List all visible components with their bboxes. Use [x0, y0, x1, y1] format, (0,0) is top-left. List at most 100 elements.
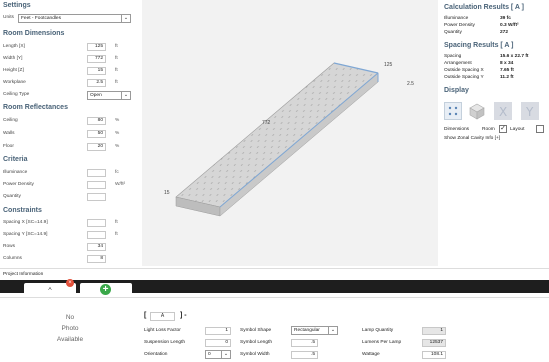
floor-unit: % — [115, 144, 120, 149]
zonal-cavity-link[interactable]: Show Zonal Cavity Info [+] — [444, 136, 500, 141]
calc-quantity-value: 272 — [500, 30, 509, 35]
orientation-value: 0 — [208, 352, 211, 357]
chevron-down-icon: ⌄ — [121, 15, 130, 22]
length-label: Length [X] — [3, 44, 25, 49]
orientation-select[interactable]: 0 ⌄ — [205, 350, 231, 359]
layout-label: Layout — [510, 127, 525, 132]
plus-icon: + — [100, 284, 111, 295]
ceiling-label: Ceiling — [3, 118, 18, 123]
units-select[interactable]: Feet - Footcandles ⌄ — [18, 14, 131, 23]
outside-spacing-y-value: 11.2 ft — [500, 75, 514, 80]
outside-spacing-x-label: Outside Spacing X — [444, 68, 484, 73]
spacing-y-field[interactable] — [87, 231, 106, 239]
workplane-field[interactable]: 2.5 — [87, 79, 106, 87]
grid-dots-icon — [448, 106, 458, 116]
llf-field[interactable]: 1 — [205, 327, 231, 335]
y-axis-icon: Y — [525, 105, 534, 119]
walls-label: Walls — [3, 131, 15, 136]
outside-spacing-x-value: 7.65 ft — [500, 68, 514, 73]
quantity-label: Quantity — [3, 194, 21, 199]
floor-field[interactable]: 20 — [87, 143, 106, 151]
view-iso-button[interactable] — [468, 102, 486, 120]
svg-text:Y: Y — [525, 105, 534, 119]
ceiling-field[interactable]: 80 — [87, 117, 106, 125]
display-title: Display — [444, 87, 469, 94]
chevron-down-icon: ⌄ — [221, 351, 230, 358]
wattage-field[interactable]: 108.1 — [422, 351, 446, 359]
columns-field[interactable]: 8 — [87, 255, 106, 263]
chevron-down-icon: ⌄ — [328, 327, 337, 334]
symbol-width-field[interactable]: .5 — [291, 351, 318, 359]
room-viewport[interactable]: 125 772 15 2.5 — [142, 0, 438, 266]
no-photo-line1: No — [65, 314, 75, 321]
floor-label: Floor — [3, 144, 14, 149]
spacing-results-title: Spacing Results [ A ] — [444, 42, 514, 49]
length-field[interactable]: 125 — [87, 43, 106, 51]
symbol-width-label: Symbol Width — [240, 352, 270, 357]
width-field[interactable]: 772 — [87, 55, 106, 63]
ceiling-type-value: Open — [90, 93, 102, 98]
lumens-field[interactable]: 12537 — [422, 339, 446, 347]
outside-spacing-y-label: Outside Spacing Y — [444, 75, 484, 80]
units-select-value: Feet - Footcandles — [21, 16, 61, 21]
suspension-field[interactable]: 0 — [205, 339, 231, 347]
rows-field[interactable]: 34 — [87, 243, 106, 251]
height-dimension-label: 15 — [164, 190, 170, 196]
svg-text:X: X — [499, 105, 507, 119]
lamp-quantity-field[interactable]: 1 — [422, 327, 446, 335]
workplane-unit: ft — [115, 80, 118, 85]
no-photo-placeholder: No Photo Available — [40, 312, 100, 345]
spacing-x-field[interactable] — [87, 219, 106, 227]
units-label: Units — [3, 15, 14, 20]
luminaire-grid — [176, 63, 378, 207]
spacing-x-label: Spacing X [SC=14.9] — [3, 220, 48, 225]
room-checkbox[interactable]: ✓ — [499, 125, 507, 133]
project-info-title: Project Information — [3, 272, 44, 277]
spacing-y-label: Spacing Y [SC=14.9] — [3, 232, 48, 237]
height-field[interactable]: 15 — [87, 67, 106, 75]
dimensions-label: Dimensions — [444, 127, 470, 132]
layout-checkbox[interactable] — [536, 125, 544, 133]
criteria-title: Criteria — [3, 156, 28, 163]
calc-illuminance-value: 39 fc — [500, 16, 511, 21]
spacing-label: Spacing — [444, 54, 462, 59]
close-icon: × — [68, 280, 72, 286]
add-tab-button[interactable]: + — [80, 283, 132, 297]
fixture-type-field[interactable]: A — [150, 312, 175, 321]
walls-field[interactable]: 50 — [87, 130, 106, 138]
chevron-down-icon: ⌄ — [121, 92, 130, 99]
no-photo-line3: Available — [56, 336, 84, 343]
width-label: Width [Y] — [3, 56, 23, 61]
symbol-shape-label: Symbol Shape — [240, 328, 272, 333]
symbol-shape-value: Rectangular — [294, 328, 320, 333]
quantity-field[interactable] — [87, 193, 106, 201]
no-photo-line2: Photo — [61, 325, 79, 332]
power-density-field[interactable] — [87, 181, 106, 189]
orientation-label: Orientation — [144, 352, 168, 357]
calc-quantity-label: Quantity — [444, 30, 462, 35]
ceiling-type-select[interactable]: Open ⌄ — [87, 91, 131, 100]
llf-label: Light Loss Factor — [144, 328, 181, 333]
view-top-button[interactable] — [444, 102, 462, 120]
settings-title: Settings — [3, 2, 31, 9]
view-front-button[interactable]: X — [494, 102, 512, 120]
fixture-bracket-close: ] - — [180, 312, 187, 319]
power-density-label: Power Density — [3, 182, 34, 187]
view-side-button[interactable]: Y — [521, 102, 539, 120]
x-axis-icon: X — [499, 105, 507, 119]
tab-close-button[interactable]: × — [66, 279, 74, 287]
illuminance-field[interactable] — [87, 169, 106, 177]
illuminance-label: Illuminance — [3, 170, 28, 175]
constraints-title: Constraints — [3, 207, 42, 214]
symbol-length-field[interactable]: .5 — [291, 339, 318, 347]
walls-unit: % — [115, 131, 120, 136]
power-density-unit: W/ft² — [115, 182, 126, 187]
arrangement-value: 8 x 34 — [500, 61, 514, 66]
height-unit: ft — [115, 68, 118, 73]
wattage-label: Wattage — [362, 352, 380, 357]
workplane-label: Workplane — [3, 80, 26, 85]
room-3d-view — [175, 62, 379, 217]
calc-illuminance-label: Illuminance — [444, 16, 469, 21]
room-dimensions-title: Room Dimensions — [3, 30, 65, 37]
symbol-shape-select[interactable]: Rectangular ⌄ — [291, 326, 338, 335]
